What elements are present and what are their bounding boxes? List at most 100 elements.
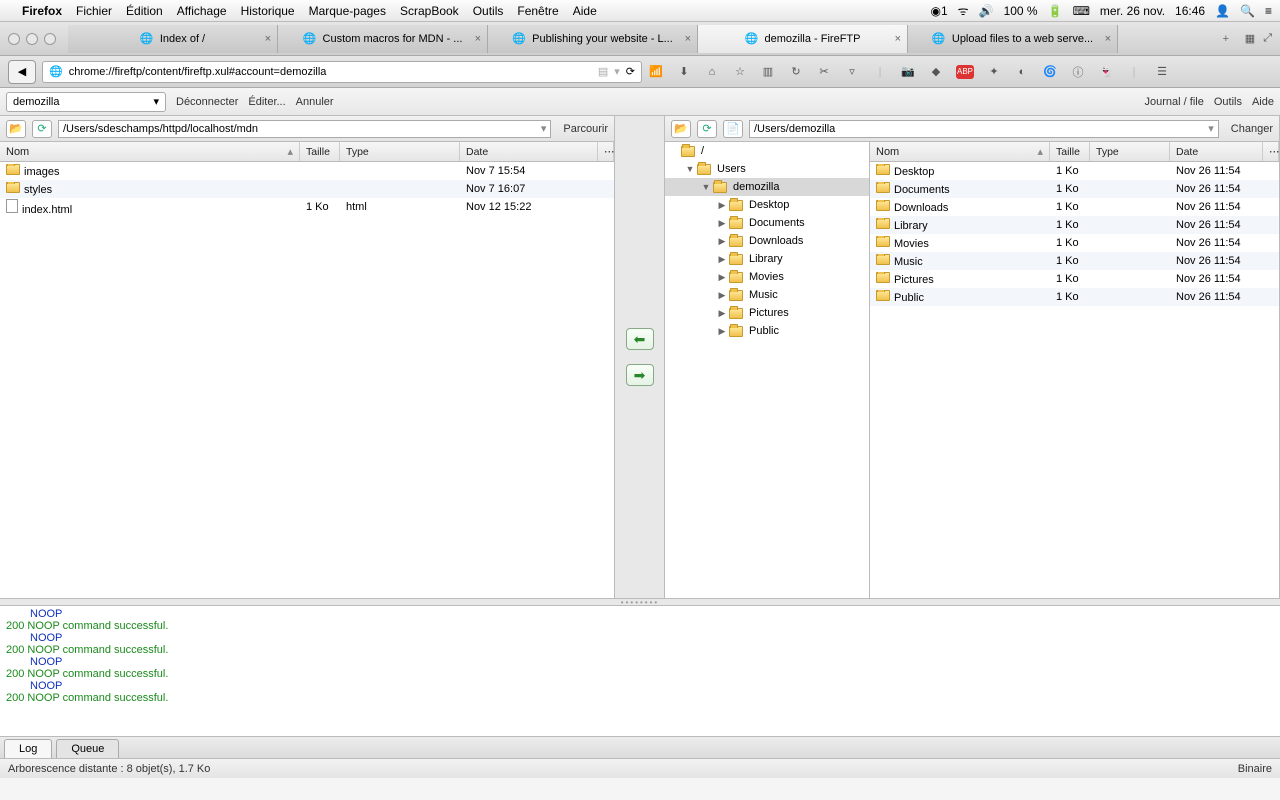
- tree-node[interactable]: ▶Documents: [665, 214, 869, 232]
- menu-window[interactable]: Fenêtre: [517, 4, 558, 18]
- remote-file-list[interactable]: Desktop1 KoNov 26 11:54Documents1 KoNov …: [870, 162, 1279, 598]
- local-path-input[interactable]: /Users/sdeschamps/httpd/localhost/mdn▾: [58, 120, 551, 138]
- remote-col-size[interactable]: Taille: [1050, 142, 1090, 161]
- tree-node[interactable]: ▶Public: [665, 322, 869, 340]
- home-icon[interactable]: ⌂: [704, 66, 720, 78]
- close-icon[interactable]: ×: [1105, 33, 1111, 45]
- adblock-icon[interactable]: ABP: [956, 65, 974, 79]
- tree-node[interactable]: /: [665, 142, 869, 160]
- sync-icon[interactable]: ↻: [788, 65, 804, 78]
- close-icon[interactable]: ×: [265, 33, 271, 45]
- notifications-icon[interactable]: ≡: [1265, 4, 1272, 18]
- volume-icon[interactable]: 🔊: [979, 4, 994, 18]
- change-button[interactable]: Changer: [1225, 123, 1273, 135]
- account-select[interactable]: demozilla ▾: [6, 92, 166, 112]
- tree-node[interactable]: ▼demozilla: [665, 178, 869, 196]
- user-icon[interactable]: 👤: [1215, 4, 1230, 18]
- table-row[interactable]: Library1 KoNov 26 11:54: [870, 216, 1279, 234]
- table-row[interactable]: imagesNov 7 15:54: [0, 162, 614, 180]
- close-icon[interactable]: ×: [895, 33, 901, 45]
- camera-icon[interactable]: 📷: [900, 65, 916, 78]
- table-row[interactable]: Pictures1 KoNov 26 11:54: [870, 270, 1279, 288]
- remote-refresh-button[interactable]: ⟳: [697, 120, 717, 138]
- journal-link[interactable]: Journal / file: [1145, 96, 1204, 108]
- help-link[interactable]: Aide: [1252, 96, 1274, 108]
- tree-node[interactable]: ▶Desktop: [665, 196, 869, 214]
- menu-edit[interactable]: Édition: [126, 4, 163, 18]
- hamburger-icon[interactable]: ☰: [1154, 65, 1170, 78]
- horizontal-splitter[interactable]: ••••••••: [0, 598, 1280, 606]
- zoom-window-button[interactable]: [44, 33, 56, 45]
- new-tab-button[interactable]: +: [1213, 33, 1239, 45]
- wifi-icon[interactable]: ᯤ: [958, 2, 969, 19]
- table-row[interactable]: Desktop1 KoNov 26 11:54: [870, 162, 1279, 180]
- info-icon[interactable]: ⓘ: [1070, 64, 1086, 80]
- tab-log[interactable]: Log: [4, 739, 52, 758]
- table-row[interactable]: Music1 KoNov 26 11:54: [870, 252, 1279, 270]
- disclosure-icon[interactable]: ▶: [717, 236, 727, 247]
- back-button[interactable]: ◀: [8, 60, 36, 84]
- local-col-name[interactable]: Nom▴: [0, 142, 300, 161]
- table-row[interactable]: index.html1 KohtmlNov 12 15:22: [0, 198, 614, 216]
- remote-col-picker[interactable]: ⋯: [1263, 142, 1279, 161]
- local-file-list[interactable]: imagesNov 7 15:54stylesNov 7 16:07index.…: [0, 162, 614, 598]
- remote-path-input[interactable]: /Users/demozilla▾: [749, 120, 1219, 138]
- menu-help[interactable]: Aide: [573, 4, 597, 18]
- url-input[interactable]: [69, 66, 592, 78]
- tree-node[interactable]: ▶Library: [665, 250, 869, 268]
- date-text[interactable]: mer. 26 nov.: [1100, 4, 1165, 18]
- reader-icon[interactable]: ▤: [598, 65, 608, 78]
- extension-icon-1[interactable]: ✦: [986, 65, 1002, 78]
- browser-tab[interactable]: 🌐Upload files to a web serve...×: [908, 25, 1118, 53]
- disclosure-icon[interactable]: ▼: [685, 164, 695, 174]
- disclosure-icon[interactable]: ▶: [717, 254, 727, 265]
- tools-link[interactable]: Outils: [1214, 96, 1242, 108]
- menu-view[interactable]: Affichage: [177, 4, 227, 18]
- log-panel[interactable]: NOOP200 NOOP command successful.NOOP200 …: [0, 606, 1280, 736]
- fireftp-icon[interactable]: 🌀: [1042, 65, 1058, 78]
- pocket-icon[interactable]: ▿: [844, 65, 860, 78]
- fullscreen-icon[interactable]: ⤢: [1263, 32, 1272, 45]
- extension-icon-2[interactable]: ◐: [1014, 66, 1030, 78]
- url-field[interactable]: 🌐 ▤ ▾ ⟳: [42, 61, 642, 83]
- table-row[interactable]: Downloads1 KoNov 26 11:54: [870, 198, 1279, 216]
- close-window-button[interactable]: [8, 33, 20, 45]
- browser-tab[interactable]: 🌐Publishing your website - L...×: [488, 25, 698, 53]
- menu-scrapbook[interactable]: ScrapBook: [400, 4, 459, 18]
- remote-tree[interactable]: /▼Users▼demozilla▶Desktop▶Documents▶Down…: [665, 142, 870, 598]
- downloads-icon[interactable]: ⬇: [676, 65, 692, 78]
- local-refresh-button[interactable]: ⟳: [32, 120, 52, 138]
- browser-tab[interactable]: 🌐demozilla - FireFTP×: [698, 25, 908, 53]
- disclosure-icon[interactable]: ▶: [717, 200, 727, 211]
- reload-icon[interactable]: ⟳: [626, 65, 635, 78]
- tree-node[interactable]: ▶Pictures: [665, 304, 869, 322]
- menu-tools[interactable]: Outils: [473, 4, 504, 18]
- abort-link[interactable]: Annuler: [296, 96, 334, 108]
- table-row[interactable]: Movies1 KoNov 26 11:54: [870, 234, 1279, 252]
- dropdown-icon[interactable]: ▾: [614, 65, 620, 78]
- ghost-icon[interactable]: 👻: [1098, 65, 1114, 78]
- local-col-picker[interactable]: ⋯: [598, 142, 614, 161]
- disconnect-link[interactable]: Déconnecter: [176, 96, 238, 108]
- local-col-size[interactable]: Taille: [300, 142, 340, 161]
- tree-node[interactable]: ▶Downloads: [665, 232, 869, 250]
- menu-bookmarks[interactable]: Marque-pages: [309, 4, 386, 18]
- creative-cloud-icon[interactable]: ◉1: [930, 4, 947, 18]
- table-row[interactable]: Documents1 KoNov 26 11:54: [870, 180, 1279, 198]
- local-col-date[interactable]: Date: [460, 142, 598, 161]
- edit-link[interactable]: Éditer...: [248, 96, 285, 108]
- close-icon[interactable]: ×: [475, 33, 481, 45]
- disclosure-icon[interactable]: ▼: [701, 182, 711, 192]
- spotlight-icon[interactable]: 🔍: [1240, 4, 1255, 18]
- tree-node[interactable]: ▶Music: [665, 286, 869, 304]
- keyboard-icon[interactable]: ⌨: [1073, 4, 1090, 18]
- time-text[interactable]: 16:46: [1175, 4, 1205, 18]
- scissors-icon[interactable]: ✂: [816, 65, 832, 78]
- menu-file[interactable]: Fichier: [76, 4, 112, 18]
- upload-button[interactable]: ➡: [626, 364, 654, 386]
- close-icon[interactable]: ×: [685, 33, 691, 45]
- tab-groups-icon[interactable]: ▦: [1245, 32, 1255, 45]
- local-up-button[interactable]: 📂: [6, 120, 26, 138]
- evernote-icon[interactable]: ◆: [928, 65, 944, 78]
- menubar-app[interactable]: Firefox: [22, 4, 62, 18]
